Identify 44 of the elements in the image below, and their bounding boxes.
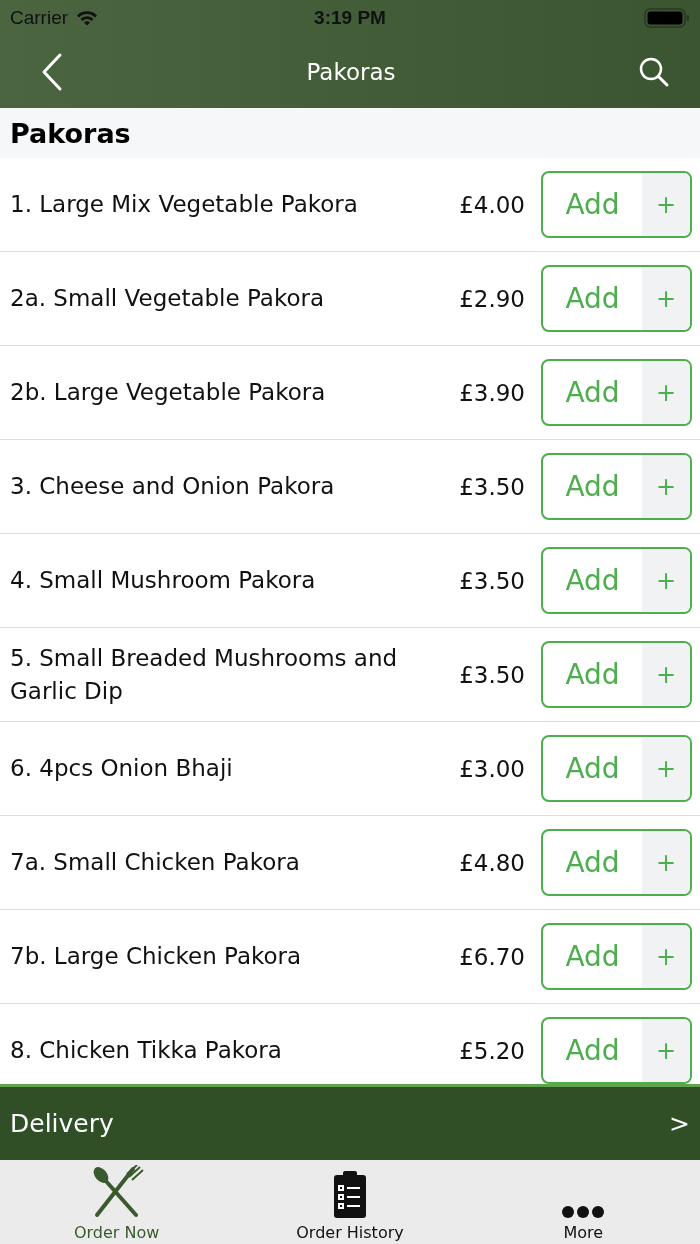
item-price: £4.00 [458, 191, 525, 218]
add-button[interactable]: Add + [541, 171, 692, 238]
item-price: £3.50 [458, 473, 525, 500]
item-price: £6.70 [458, 943, 525, 970]
item-name: 2a. Small Vegetable Pakora [10, 284, 325, 314]
more-icon [561, 1205, 606, 1219]
tab-item[interactable]: Order History [233, 1160, 467, 1244]
add-button[interactable]: Add + [541, 359, 692, 426]
section-header: Pakoras [0, 108, 700, 158]
add-button[interactable]: Add + [541, 735, 692, 802]
add-button[interactable]: Add + [541, 829, 692, 896]
status-time: 3:19 PM [314, 7, 386, 29]
add-button[interactable]: Add + [541, 1017, 692, 1084]
search-button[interactable] [638, 56, 670, 88]
back-button[interactable] [40, 52, 64, 92]
item-price: £3.50 [458, 567, 525, 594]
item-name: 5. Small Breaded Mushrooms and Garlic Dip [10, 644, 399, 706]
add-button[interactable]: Add + [541, 641, 692, 708]
item-name: 6. 4pcs Onion Bhaji [10, 754, 234, 784]
wifi-icon [76, 10, 99, 26]
nav-title: Pakoras [306, 59, 396, 85]
add-button[interactable]: Add + [541, 547, 692, 614]
tab-item[interactable]: More [466, 1160, 700, 1244]
item-name: 3. Cheese and Onion Pakora [10, 472, 336, 502]
item-price: £3.90 [458, 379, 525, 406]
item-name: 4. Small Mushroom Pakora [10, 566, 317, 596]
item-name: 7b. Large Chicken Pakora [10, 942, 303, 972]
battery-icon [644, 8, 690, 28]
delivery-bar[interactable]: Delivery > [0, 1084, 700, 1160]
item-name: 7a. Small Chicken Pakora [10, 848, 301, 878]
item-price: £4.80 [458, 849, 525, 876]
tab-item[interactable]: Order Now [0, 1160, 234, 1244]
item-price: £3.00 [458, 755, 525, 782]
add-button[interactable]: Add + [541, 923, 692, 990]
item-name: 8. Chicken Tikka Pakora [10, 1036, 283, 1066]
clipboard-icon [333, 1169, 367, 1219]
add-button[interactable]: Add + [541, 265, 692, 332]
item-name: 2b. Large Vegetable Pakora [10, 378, 327, 408]
add-button[interactable]: Add + [541, 453, 692, 520]
item-name: 1. Large Mix Vegetable Pakora [10, 190, 359, 220]
carrier-label: Carrier [10, 7, 69, 29]
item-price: £3.50 [458, 661, 525, 688]
item-price: £5.20 [458, 1037, 525, 1064]
item-price: £2.90 [458, 285, 525, 312]
